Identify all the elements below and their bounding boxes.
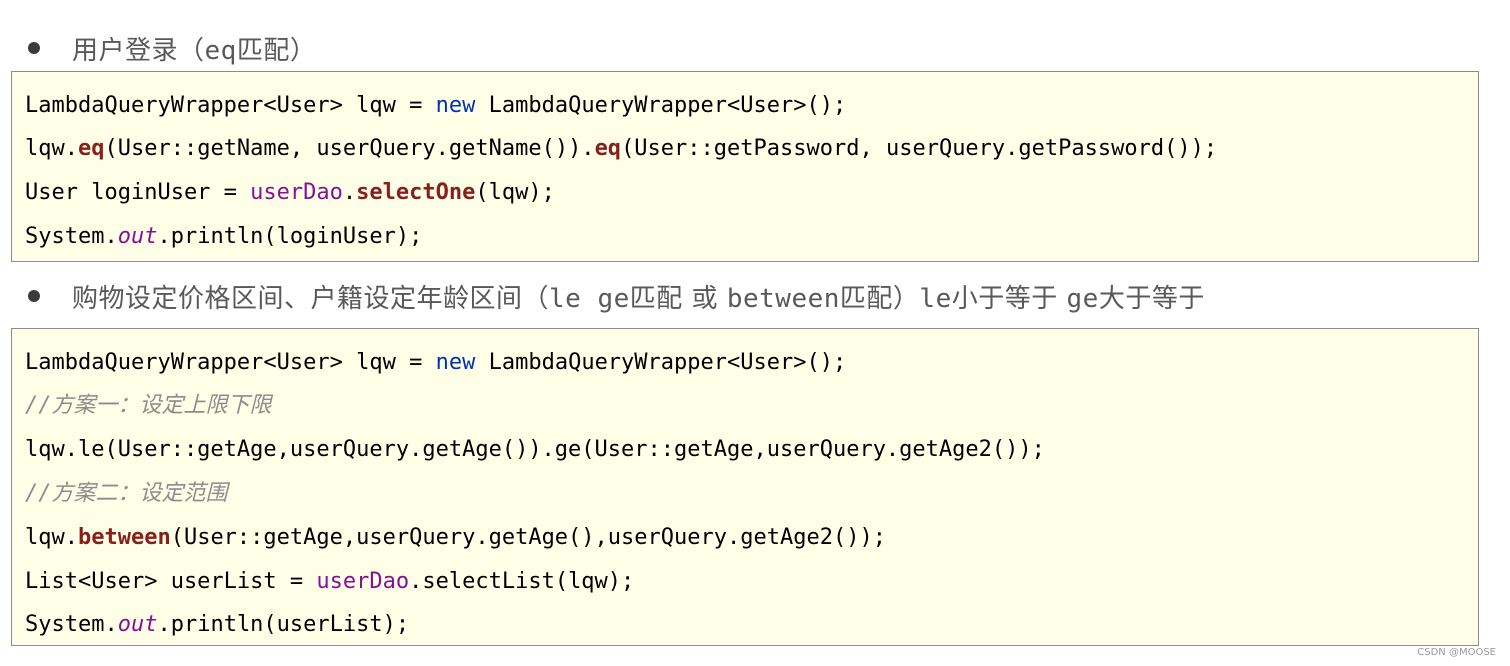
code-line: LambdaQueryWrapper<User> lqw = new Lambd… — [25, 350, 847, 375]
code-line: System.out.println(userList); — [25, 612, 410, 637]
code-line: List<User> userList = userDao.selectList… — [25, 569, 635, 594]
watermark: CSDN @MOOSE — [1417, 647, 1496, 658]
section-2-title: 购物设定价格区间、户籍设定年龄区间（le ge匹配 或 between匹配）le… — [72, 283, 1205, 314]
code-line: User loginUser = userDao.selectOne(lqw); — [25, 180, 555, 205]
code-comment: //方案一：设定上限下限 — [25, 393, 272, 418]
section-1-title: 用户登录（eq匹配） — [72, 35, 317, 66]
bullet-dot-icon — [28, 290, 40, 302]
code-line: lqw.eq(User::getName, userQuery.getName(… — [25, 136, 1218, 161]
code-block-login: LambdaQueryWrapper<User> lqw = new Lambd… — [11, 71, 1479, 262]
bullet-dot-icon — [28, 42, 40, 54]
code-block-range: LambdaQueryWrapper<User> lqw = new Lambd… — [11, 328, 1479, 646]
code-comment: //方案二：设定范围 — [25, 481, 228, 506]
code-line: lqw.le(User::getAge,userQuery.getAge()).… — [25, 437, 1045, 462]
code-line: LambdaQueryWrapper<User> lqw = new Lambd… — [25, 93, 847, 118]
code-line: System.out.println(loginUser); — [25, 224, 423, 249]
code-line: lqw.between(User::getAge,userQuery.getAg… — [25, 525, 886, 550]
